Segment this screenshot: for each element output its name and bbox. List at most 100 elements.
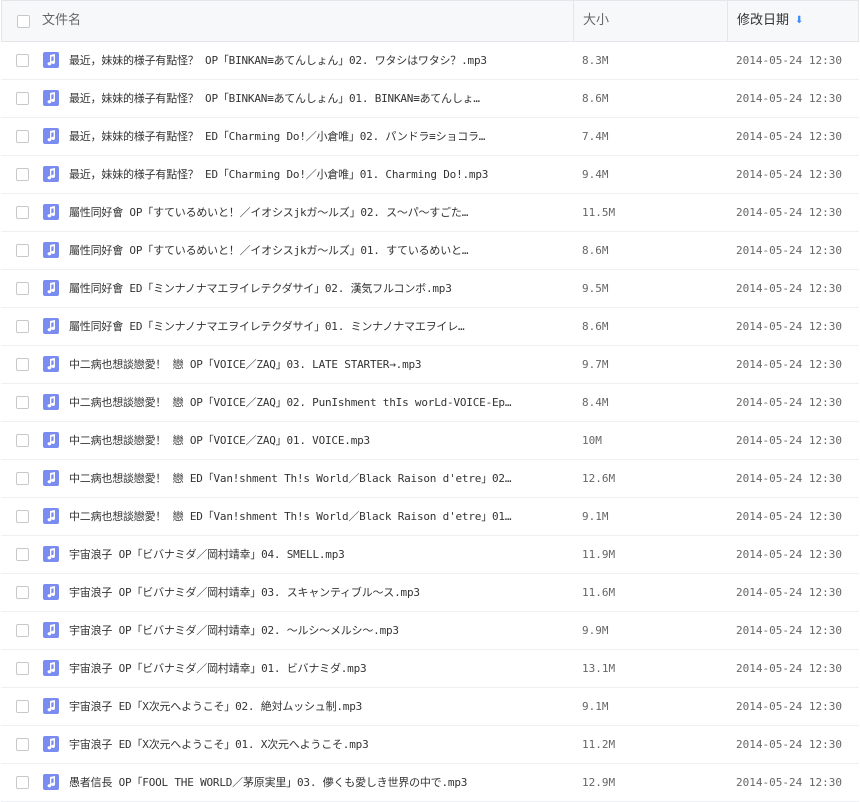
file-list-header: 文件名 大小 修改日期 ⬇ — [1, 0, 859, 42]
file-name-link[interactable]: 屬性同好會 OP「すているめいと！／イオシスjkガ〜ルズ」01. すているめいと… — [69, 232, 569, 269]
file-modified-date: 2014-05-24 12:30 — [736, 510, 842, 523]
file-name-link[interactable]: 屬性同好會 ED「ミンナノナマエヲイレテクダサイ」01. ミンナノナマエヲイレ… — [69, 308, 569, 345]
file-modified-date: 2014-05-24 12:30 — [736, 586, 842, 599]
file-size: 11.9M — [582, 548, 616, 561]
file-name-link[interactable]: 愚者信長 OP「FOOL THE WORLD／茅原実里」03. 儚くも愛しき世界… — [69, 764, 569, 801]
file-name-link[interactable]: 宇宙浪子 OP「ビバナミダ／岡村靖幸」03. スキャンティブル〜ス.mp3 — [69, 574, 569, 611]
music-file-icon — [43, 394, 59, 410]
file-name-link[interactable]: 中二病也想談戀愛！ 戀 OP「VOICE／ZAQ」01. VOICE.mp3 — [69, 422, 569, 459]
file-row[interactable]: 宇宙浪子 ED「X次元へようこそ」02. 絶対ムッシュ制.mp3 9.1M 2014… — [1, 688, 859, 726]
file-name-link[interactable]: 中二病也想談戀愛！ 戀 ED「Van!shment Th!s World／Bla… — [69, 460, 569, 497]
file-row-checkbox[interactable] — [16, 92, 29, 105]
file-name-link[interactable]: 屬性同好會 OP「すているめいと！／イオシスjkガ〜ルズ」02. ス〜パ〜すごた… — [69, 194, 569, 231]
file-row[interactable]: 宇宙浪子 OP「ビバナミダ／岡村靖幸」01. ビバナミダ.mp3 13.1M 201… — [1, 650, 859, 688]
file-row-checkbox[interactable] — [16, 510, 29, 523]
file-size: 12.6M — [582, 472, 616, 485]
file-name-link[interactable]: 最近，妹妹的様子有點怪？ OP「BINKAN≡あてんしょん」01. BINKAN… — [69, 80, 569, 117]
file-name-link[interactable]: 宇宙浪子 ED「X次元へようこそ」01. X次元へようこそ.mp3 — [69, 726, 569, 763]
file-row-checkbox[interactable] — [16, 472, 29, 485]
file-size: 8.6M — [582, 244, 609, 257]
file-row[interactable]: 最近，妹妹的様子有點怪？ ED「Charming Do!／小倉唯」01. Cha… — [1, 156, 859, 194]
file-row-checkbox[interactable] — [16, 776, 29, 789]
column-header-size[interactable]: 大小 — [573, 1, 727, 41]
file-modified-date: 2014-05-24 12:30 — [736, 320, 842, 333]
file-name-link[interactable]: 最近，妹妹的様子有點怪？ OP「BINKAN≡あてんしょん」02. ワタシはワタ… — [69, 42, 569, 79]
file-row-checkbox[interactable] — [16, 434, 29, 447]
file-row[interactable]: 中二病也想談戀愛！ 戀 OP「VOICE／ZAQ」01. VOICE.mp3 10… — [1, 422, 859, 460]
file-row[interactable]: 中二病也想談戀愛！ 戀 ED「Van!shment Th!s World／Bla… — [1, 498, 859, 536]
file-row-checkbox[interactable] — [16, 54, 29, 67]
file-size: 9.5M — [582, 282, 609, 295]
column-header-name[interactable]: 文件名 — [42, 1, 81, 41]
music-file-icon — [43, 546, 59, 562]
file-name-link[interactable]: 中二病也想談戀愛！ 戀 ED「Van!shment Th!s World／Bla… — [69, 498, 569, 535]
file-modified-date: 2014-05-24 12:30 — [736, 434, 842, 447]
file-modified-date: 2014-05-24 12:30 — [736, 358, 842, 371]
file-name-link[interactable]: 中二病也想談戀愛！ 戀 OP「VOICE／ZAQ」02. PunIshment … — [69, 384, 569, 421]
file-size: 10M — [582, 434, 602, 447]
file-row-checkbox[interactable] — [16, 168, 29, 181]
file-row-checkbox[interactable] — [16, 206, 29, 219]
file-size: 9.4M — [582, 168, 609, 181]
file-row[interactable]: 宇宙浪子 OP「ビバナミダ／岡村靖幸」02. 〜ルシ〜メルシ〜.mp3 9.9M 2… — [1, 612, 859, 650]
file-modified-date: 2014-05-24 12:30 — [736, 206, 842, 219]
file-row[interactable]: 屬性同好會 OP「すているめいと！／イオシスjkガ〜ルズ」02. ス〜パ〜すごた… — [1, 194, 859, 232]
file-name-link[interactable]: 最近，妹妹的様子有點怪？ ED「Charming Do!／小倉唯」01. Cha… — [69, 156, 569, 193]
file-row-checkbox[interactable] — [16, 282, 29, 295]
file-size: 8.4M — [582, 396, 609, 409]
file-name-link[interactable]: 宇宙浪子 OP「ビバナミダ／岡村靖幸」04. SMELL.mp3 — [69, 536, 569, 573]
file-row-checkbox[interactable] — [16, 130, 29, 143]
file-row[interactable]: 宇宙浪子 OP「ビバナミダ／岡村靖幸」03. スキャンティブル〜ス.mp3 11.… — [1, 574, 859, 612]
file-modified-date: 2014-05-24 12:30 — [736, 662, 842, 675]
file-row[interactable]: 屬性同好會 ED「ミンナノナマエヲイレテクダサイ」02. 漢気フルコンボ.mp3… — [1, 270, 859, 308]
file-row[interactable]: 中二病也想談戀愛！ 戀 OP「VOICE／ZAQ」03. LATE STARTE… — [1, 346, 859, 384]
music-file-icon — [43, 204, 59, 220]
file-modified-date: 2014-05-24 12:30 — [736, 130, 842, 143]
file-row[interactable]: 宇宙浪子 OP「ビバナミダ／岡村靖幸」04. SMELL.mp3 11.9M 201… — [1, 536, 859, 574]
file-row-checkbox[interactable] — [16, 624, 29, 637]
file-row-checkbox[interactable] — [16, 396, 29, 409]
file-row[interactable]: 屬性同好會 OP「すているめいと！／イオシスjkガ〜ルズ」01. すているめいと… — [1, 232, 859, 270]
file-name-link[interactable]: 中二病也想談戀愛！ 戀 OP「VOICE／ZAQ」03. LATE STARTE… — [69, 346, 569, 383]
file-size: 11.2M — [582, 738, 616, 751]
file-modified-date: 2014-05-24 12:30 — [736, 776, 842, 789]
file-row-checkbox[interactable] — [16, 700, 29, 713]
file-row-checkbox[interactable] — [16, 738, 29, 751]
file-name-link[interactable]: 最近，妹妹的様子有點怪？ ED「Charming Do!／小倉唯」02. パンド… — [69, 118, 569, 155]
file-row-checkbox[interactable] — [16, 358, 29, 371]
music-file-icon — [43, 356, 59, 372]
file-name-link[interactable]: 宇宙浪子 OP「ビバナミダ／岡村靖幸」01. ビバナミダ.mp3 — [69, 650, 569, 687]
file-row-checkbox[interactable] — [16, 244, 29, 257]
file-row[interactable]: 最近，妹妹的様子有點怪？ OP「BINKAN≡あてんしょん」02. ワタシはワタ… — [1, 42, 859, 80]
file-name-link[interactable]: 宇宙浪子 ED「X次元へようこそ」02. 絶対ムッシュ制.mp3 — [69, 688, 569, 725]
sort-down-arrow-icon[interactable]: ⬇ — [795, 1, 803, 41]
file-size: 8.6M — [582, 92, 609, 105]
file-row[interactable]: 愚者信長 OP「FOOL THE WORLD／茅原実里」03. 儚くも愛しき世界… — [1, 764, 859, 802]
music-file-icon — [43, 242, 59, 258]
column-header-date-label: 修改日期 — [737, 13, 790, 28]
file-size: 8.3M — [582, 54, 609, 67]
file-row[interactable]: 中二病也想談戀愛！ 戀 OP「VOICE／ZAQ」02. PunIshment … — [1, 384, 859, 422]
select-all-checkbox[interactable] — [17, 15, 30, 28]
column-header-date[interactable]: 修改日期 ⬇ — [727, 1, 859, 41]
music-file-icon — [43, 584, 59, 600]
file-row-checkbox[interactable] — [16, 320, 29, 333]
file-size: 9.7M — [582, 358, 609, 371]
music-file-icon — [43, 470, 59, 486]
music-file-icon — [43, 774, 59, 790]
file-modified-date: 2014-05-24 12:30 — [736, 700, 842, 713]
file-row-checkbox[interactable] — [16, 548, 29, 561]
file-row[interactable]: 宇宙浪子 ED「X次元へようこそ」01. X次元へようこそ.mp3 11.2M 20… — [1, 726, 859, 764]
music-file-icon — [43, 52, 59, 68]
file-row[interactable]: 屬性同好會 ED「ミンナノナマエヲイレテクダサイ」01. ミンナノナマエヲイレ…… — [1, 308, 859, 346]
music-file-icon — [43, 736, 59, 752]
file-name-link[interactable]: 宇宙浪子 OP「ビバナミダ／岡村靖幸」02. 〜ルシ〜メルシ〜.mp3 — [69, 612, 569, 649]
file-modified-date: 2014-05-24 12:30 — [736, 54, 842, 67]
file-row-checkbox[interactable] — [16, 662, 29, 675]
file-modified-date: 2014-05-24 12:30 — [736, 738, 842, 751]
file-row[interactable]: 中二病也想談戀愛！ 戀 ED「Van!shment Th!s World／Bla… — [1, 460, 859, 498]
file-row[interactable]: 最近，妹妹的様子有點怪？ OP「BINKAN≡あてんしょん」01. BINKAN… — [1, 80, 859, 118]
file-name-link[interactable]: 屬性同好會 ED「ミンナノナマエヲイレテクダサイ」02. 漢気フルコンボ.mp3 — [69, 270, 569, 307]
file-row-checkbox[interactable] — [16, 586, 29, 599]
file-row[interactable]: 最近，妹妹的様子有點怪？ ED「Charming Do!／小倉唯」02. パンド… — [1, 118, 859, 156]
